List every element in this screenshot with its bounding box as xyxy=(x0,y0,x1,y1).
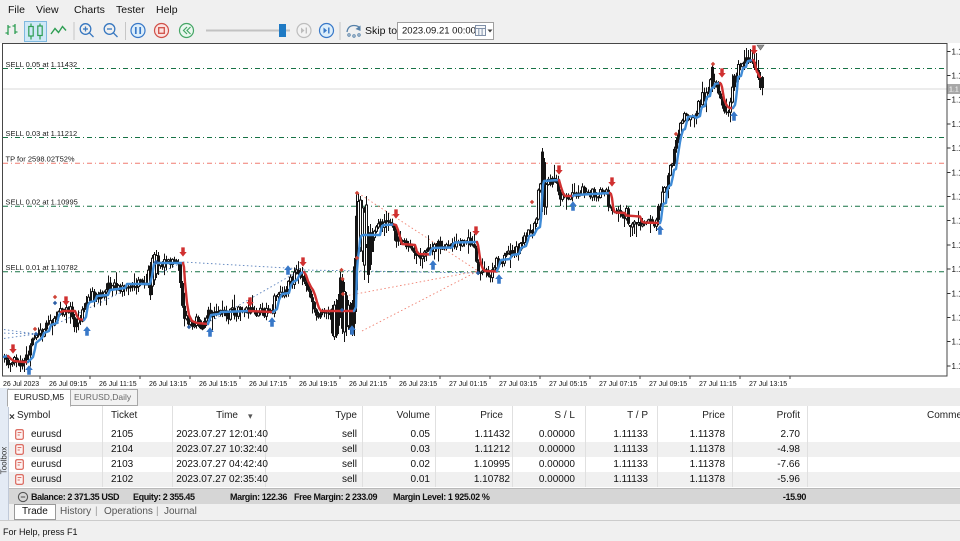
svg-text:26 Jul 11:15: 26 Jul 11:15 xyxy=(99,381,137,388)
svg-text:26 Jul 13:15: 26 Jul 13:15 xyxy=(149,381,187,388)
svg-text:1.1: 1.1 xyxy=(952,314,960,323)
svg-text:SELL 0.05 at 1.11432: SELL 0.05 at 1.11432 xyxy=(6,60,78,69)
svg-text:1.1: 1.1 xyxy=(952,338,960,347)
svg-text:1.1: 1.1 xyxy=(952,241,960,250)
svg-text:1.1: 1.1 xyxy=(952,96,960,105)
svg-text:1.1: 1.1 xyxy=(952,289,960,298)
svg-text:1.1: 1.1 xyxy=(952,72,960,81)
svg-text:27 Jul 13:15: 27 Jul 13:15 xyxy=(749,381,787,388)
svg-text:SELL 0.03 at 1.11212: SELL 0.03 at 1.11212 xyxy=(6,129,78,138)
svg-text:TP for 2598.02T52%: TP for 2598.02T52% xyxy=(6,155,75,164)
svg-text:26 Jul 15:15: 26 Jul 15:15 xyxy=(199,381,237,388)
svg-text:1.1: 1.1 xyxy=(952,217,960,226)
svg-text:1.1: 1.1 xyxy=(952,144,960,153)
svg-text:1.1: 1.1 xyxy=(952,362,960,371)
svg-text:27 Jul 09:15: 27 Jul 09:15 xyxy=(649,381,687,388)
svg-text:27 Jul 01:15: 27 Jul 01:15 xyxy=(449,381,487,388)
svg-text:26 Jul 17:15: 26 Jul 17:15 xyxy=(249,381,287,388)
svg-text:1.1: 1.1 xyxy=(952,193,960,202)
svg-text:SELL 0.02 at 1.10995: SELL 0.02 at 1.10995 xyxy=(6,198,78,207)
svg-text:27 Jul 05:15: 27 Jul 05:15 xyxy=(549,381,587,388)
svg-text:1.1: 1.1 xyxy=(952,265,960,274)
svg-text:1.1: 1.1 xyxy=(952,120,960,129)
svg-text:26 Jul 21:15: 26 Jul 21:15 xyxy=(349,381,387,388)
svg-text:SELL 0.01 at 1.10782: SELL 0.01 at 1.10782 xyxy=(6,263,78,272)
svg-text:Skip to: Skip to xyxy=(365,25,397,37)
svg-text:27 Jul 07:15: 27 Jul 07:15 xyxy=(599,381,637,388)
svg-text:26 Jul 19:15: 26 Jul 19:15 xyxy=(299,381,337,388)
svg-text:26 Jul 23:15: 26 Jul 23:15 xyxy=(399,381,437,388)
svg-text:1.1: 1.1 xyxy=(952,47,960,56)
svg-text:2023.09.21 00:00: 2023.09.21 00:00 xyxy=(402,26,476,37)
svg-text:27 Jul 11:15: 27 Jul 11:15 xyxy=(699,381,737,388)
svg-text:26 Jul 2023: 26 Jul 2023 xyxy=(3,381,39,388)
svg-text:27 Jul 03:15: 27 Jul 03:15 xyxy=(499,381,537,388)
svg-text:1.1: 1.1 xyxy=(952,168,960,177)
svg-text:1.1: 1.1 xyxy=(949,87,959,94)
svg-text:26 Jul 09:15: 26 Jul 09:15 xyxy=(49,381,87,388)
